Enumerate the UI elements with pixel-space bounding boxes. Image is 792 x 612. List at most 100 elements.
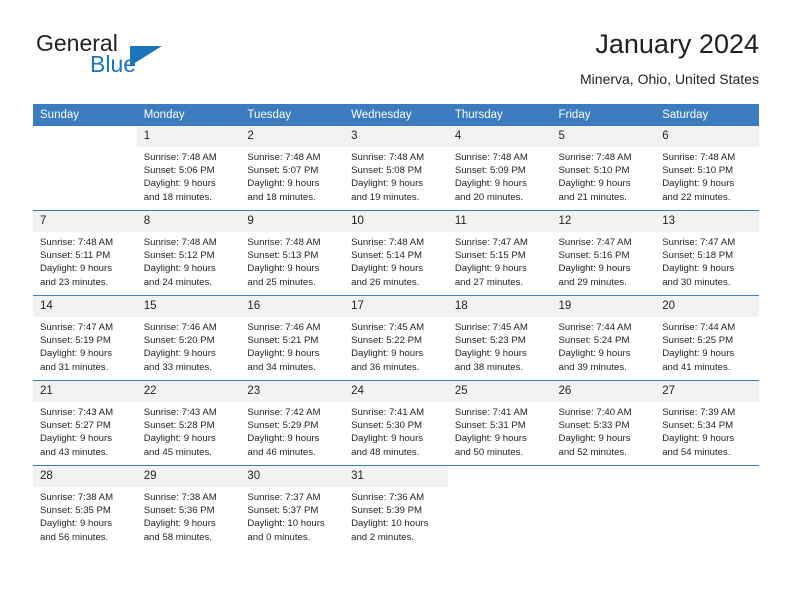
sun-times-info: Sunrise: 7:48 AM Sunset: 5:13 PM Daylight:…	[240, 232, 344, 289]
calendar-day-cell[interactable]: 3 Sunrise: 7:48 AM Sunset: 5:08 PM Daylight…	[344, 126, 448, 211]
calendar-day-cell[interactable]: 23 Sunrise: 7:42 AM Sunset: 5:29 PM Dayligh…	[240, 380, 345, 466]
sunset-line: Sunset: 5:31 PM	[454, 420, 526, 432]
calendar-day-cell[interactable]: 7 Sunrise: 7:48 AM Sunset: 5:11 PM Daylight…	[33, 210, 137, 296]
sun-times-info: Sunrise: 7:37 AM Sunset: 5:37 PM Daylight:…	[240, 487, 344, 544]
calendar-day-cell[interactable]: 14 Sunrise: 7:47 AM Sunset: 5:19 PM Dayligh…	[33, 295, 137, 381]
day-number: 28	[33, 466, 137, 487]
daylight-line-1: Daylight: 9 hours	[143, 348, 216, 360]
sunrise-line: Sunrise: 7:48 AM	[351, 152, 425, 163]
sunrise-line: Sunrise: 7:48 AM	[662, 152, 736, 163]
sun-times-info: Sunrise: 7:48 AM Sunset: 5:08 PM Daylight:…	[344, 147, 448, 204]
sunset-line: Sunset: 5:07 PM	[247, 165, 319, 177]
calendar-day-cell[interactable]: 24 Sunrise: 7:41 AM Sunset: 5:30 PM Dayligh…	[344, 380, 448, 466]
daylight-line-1: Daylight: 9 hours	[143, 263, 216, 275]
calendar-day-cell[interactable]: 21 Sunrise: 7:43 AM Sunset: 5:27 PM Dayligh…	[33, 380, 137, 466]
calendar-day-cell[interactable]: 28 Sunrise: 7:38 AM Sunset: 5:35 PM Dayligh…	[33, 465, 137, 550]
daylight-line-1: Daylight: 9 hours	[662, 263, 735, 275]
brand-logo[interactable]: General Blue	[33, 30, 243, 92]
calendar-day-cell[interactable]: 11 Sunrise: 7:47 AM Sunset: 5:15 PM Dayligh…	[447, 210, 552, 296]
daylight-line-2: and 18 minutes.	[247, 191, 316, 203]
sunset-line: Sunset: 5:15 PM	[454, 250, 526, 262]
sunset-line: Sunset: 5:11 PM	[40, 250, 111, 262]
sunrise-line: Sunrise: 7:48 AM	[40, 237, 114, 248]
sunset-line: Sunset: 5:29 PM	[247, 420, 319, 432]
sunset-line: Sunset: 5:28 PM	[143, 420, 215, 432]
day-number	[447, 466, 552, 487]
calendar-grid: Sunday Monday Tuesday Wednesday Thursday Frid…	[33, 104, 759, 550]
calendar-day-cell[interactable]: 5 Sunrise: 7:48 AM Sunset: 5:10 PM Daylight…	[551, 126, 656, 211]
day-number: 6	[655, 126, 759, 147]
calendar-day-cell[interactable]: 10 Sunrise: 7:48 AM Sunset: 5:14 PM Dayligh…	[344, 210, 448, 296]
sunrise-line: Sunrise: 7:36 AM	[351, 492, 425, 503]
sun-times-info: Sunrise: 7:38 AM Sunset: 5:36 PM Daylight:…	[137, 487, 241, 544]
calendar-day-cell[interactable]: 2 Sunrise: 7:48 AM Sunset: 5:07 PM Daylight…	[240, 126, 345, 211]
calendar-day-cell[interactable]: 29 Sunrise: 7:38 AM Sunset: 5:36 PM Dayligh…	[136, 465, 241, 550]
calendar-day-cell[interactable]: 8 Sunrise: 7:48 AM Sunset: 5:12 PM Daylight…	[136, 210, 241, 296]
sunrise-line: Sunrise: 7:48 AM	[454, 152, 528, 163]
daylight-line-1: Daylight: 9 hours	[351, 433, 424, 445]
daylight-line-2: and 30 minutes.	[662, 276, 731, 288]
sunrise-line: Sunrise: 7:46 AM	[143, 322, 217, 333]
weekday-header-sunday: Sunday	[33, 104, 137, 126]
daylight-line-2: and 22 minutes.	[662, 191, 731, 203]
calendar-day-cell[interactable]: 13 Sunrise: 7:47 AM Sunset: 5:18 PM Dayligh…	[655, 210, 759, 296]
calendar-day-cell[interactable]: 15 Sunrise: 7:46 AM Sunset: 5:20 PM Dayligh…	[136, 295, 241, 381]
calendar-day-cell[interactable]: 1 Sunrise: 7:48 AM Sunset: 5:06 PM Daylight…	[136, 126, 241, 211]
sunrise-line: Sunrise: 7:41 AM	[454, 407, 528, 418]
daylight-line-2: and 2 minutes.	[351, 531, 415, 543]
sun-times-info: Sunrise: 7:48 AM Sunset: 5:14 PM Daylight:…	[344, 232, 448, 289]
calendar-body: 1 Sunrise: 7:48 AM Sunset: 5:06 PM Daylight…	[33, 126, 759, 550]
daylight-line-2: and 50 minutes.	[454, 446, 524, 458]
calendar-day-cell[interactable]: 12 Sunrise: 7:47 AM Sunset: 5:16 PM Dayligh…	[551, 210, 656, 296]
sunrise-line: Sunrise: 7:42 AM	[247, 407, 321, 418]
daylight-line-2: and 33 minutes.	[143, 361, 212, 373]
day-number: 29	[136, 466, 241, 487]
sunset-line: Sunset: 5:14 PM	[351, 250, 423, 262]
daylight-line-2: and 0 minutes.	[247, 531, 311, 543]
daylight-line-1: Daylight: 9 hours	[454, 348, 527, 360]
day-number: 15	[136, 296, 241, 317]
sunset-line: Sunset: 5:06 PM	[143, 165, 215, 177]
day-number: 8	[136, 211, 241, 232]
calendar-day-cell[interactable]: 31 Sunrise: 7:36 AM Sunset: 5:39 PM Dayligh…	[344, 465, 448, 550]
sunrise-line: Sunrise: 7:48 AM	[143, 152, 217, 163]
sunset-line: Sunset: 5:36 PM	[143, 505, 215, 517]
calendar-day-cell[interactable]: 25 Sunrise: 7:41 AM Sunset: 5:31 PM Dayligh…	[447, 380, 552, 466]
calendar-day-cell[interactable]: 19 Sunrise: 7:44 AM Sunset: 5:24 PM Dayligh…	[551, 295, 656, 381]
day-number: 19	[551, 296, 656, 317]
calendar-day-cell[interactable]: 27 Sunrise: 7:39 AM Sunset: 5:34 PM Dayligh…	[655, 380, 759, 466]
day-number: 25	[447, 381, 552, 402]
calendar-day-cell[interactable]: 4 Sunrise: 7:48 AM Sunset: 5:09 PM Daylight…	[447, 126, 552, 211]
daylight-line-2: and 27 minutes.	[454, 276, 524, 288]
calendar-day-cell[interactable]: 6 Sunrise: 7:48 AM Sunset: 5:10 PM Daylight…	[655, 126, 759, 211]
weekday-header-tuesday: Tuesday	[240, 104, 345, 126]
calendar-day-cell[interactable]: 18 Sunrise: 7:45 AM Sunset: 5:23 PM Dayligh…	[447, 295, 552, 381]
calendar-day-cell[interactable]: 26 Sunrise: 7:40 AM Sunset: 5:33 PM Dayligh…	[551, 380, 656, 466]
sunrise-line: Sunrise: 7:45 AM	[454, 322, 528, 333]
day-number: 2	[240, 126, 345, 147]
sunrise-line: Sunrise: 7:43 AM	[40, 407, 114, 418]
day-number: 5	[551, 126, 656, 147]
sunset-line: Sunset: 5:10 PM	[558, 165, 630, 177]
day-number: 24	[344, 381, 448, 402]
sunrise-line: Sunrise: 7:39 AM	[662, 407, 736, 418]
sun-times-info: Sunrise: 7:41 AM Sunset: 5:30 PM Daylight:…	[344, 402, 448, 459]
daylight-line-2: and 26 minutes.	[351, 276, 420, 288]
sunset-line: Sunset: 5:24 PM	[558, 335, 630, 347]
sunset-line: Sunset: 5:35 PM	[40, 505, 111, 517]
sunset-line: Sunset: 5:22 PM	[351, 335, 423, 347]
calendar-day-cell[interactable]: 9 Sunrise: 7:48 AM Sunset: 5:13 PM Daylight…	[240, 210, 345, 296]
calendar-day-cell[interactable]: 16 Sunrise: 7:46 AM Sunset: 5:21 PM Dayligh…	[240, 295, 345, 381]
daylight-line-1: Daylight: 9 hours	[143, 433, 216, 445]
calendar-day-cell[interactable]: 22 Sunrise: 7:43 AM Sunset: 5:28 PM Dayligh…	[136, 380, 241, 466]
calendar-day-cell[interactable]: 30 Sunrise: 7:37 AM Sunset: 5:37 PM Dayligh…	[240, 465, 345, 550]
sun-times-info: Sunrise: 7:48 AM Sunset: 5:12 PM Daylight:…	[137, 232, 241, 289]
calendar-day-cell[interactable]: 20 Sunrise: 7:44 AM Sunset: 5:25 PM Dayligh…	[655, 295, 759, 381]
sun-times-info: Sunrise: 7:48 AM Sunset: 5:10 PM Daylight:…	[552, 147, 656, 204]
calendar-day-cell[interactable]: 17 Sunrise: 7:45 AM Sunset: 5:22 PM Dayligh…	[344, 295, 448, 381]
sun-times-info: Sunrise: 7:44 AM Sunset: 5:25 PM Daylight:…	[655, 317, 759, 374]
sunset-line: Sunset: 5:21 PM	[247, 335, 319, 347]
sunrise-line: Sunrise: 7:44 AM	[558, 322, 632, 333]
daylight-line-2: and 34 minutes.	[247, 361, 316, 373]
day-number: 21	[33, 381, 137, 402]
